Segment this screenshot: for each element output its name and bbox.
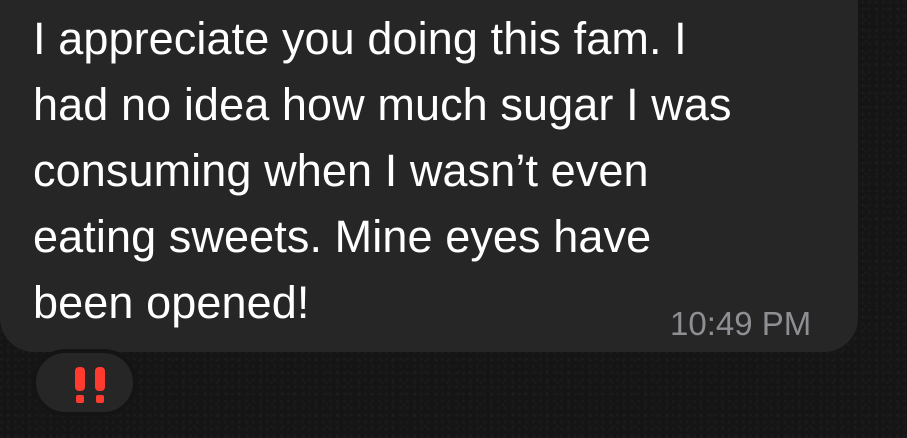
bubble-tail [0, 298, 20, 312]
message-line: consuming when I wasn’t even [33, 145, 649, 196]
message-line: I appreciate you doing this fam. I [33, 13, 687, 64]
message-line: eating sweets. Mine eyes have [33, 211, 652, 262]
message-text: I appreciate you doing this fam. I had n… [33, 6, 833, 336]
double-exclamation-icon [75, 367, 105, 403]
tapback-reaction[interactable] [32, 349, 137, 416]
message-bubble[interactable]: I appreciate you doing this fam. I had n… [0, 0, 858, 352]
message-line: had no idea how much sugar I was [33, 79, 732, 130]
message-timestamp: 10:49 PM [670, 305, 812, 342]
